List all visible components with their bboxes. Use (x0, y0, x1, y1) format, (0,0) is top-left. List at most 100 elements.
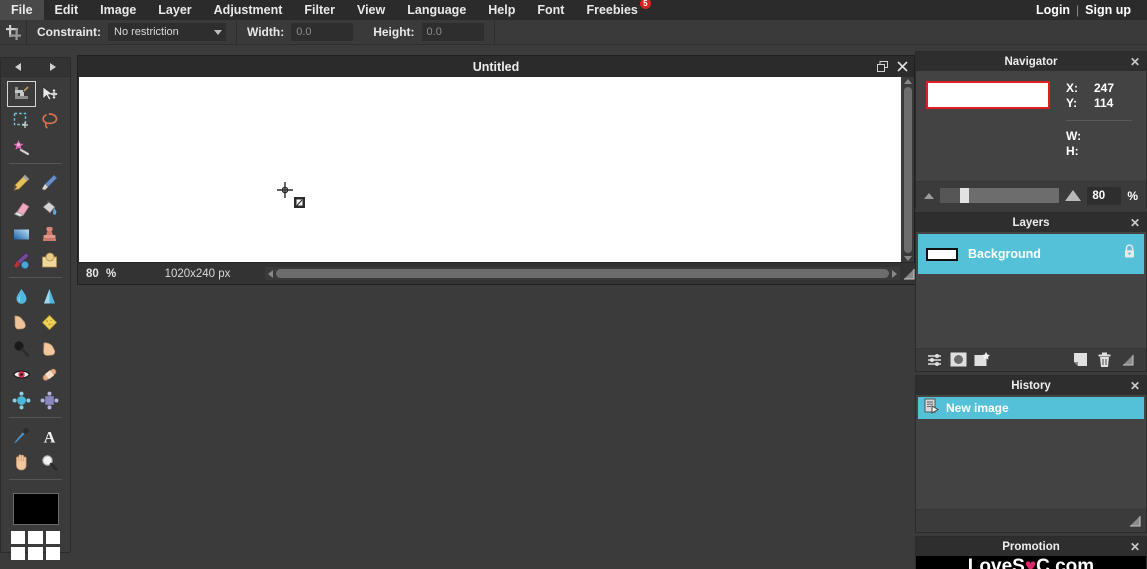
history-list-item[interactable]: New image (918, 397, 1144, 419)
menu-item-edit[interactable]: Edit (44, 0, 90, 20)
tool-crop[interactable] (7, 81, 36, 107)
menu-item-help[interactable]: Help (477, 0, 526, 20)
tool-lasso[interactable] (36, 107, 65, 133)
text-a-icon: A (44, 429, 56, 446)
crop-width-input[interactable] (291, 23, 354, 41)
menu-item-font[interactable]: Font (526, 0, 575, 20)
tool-hand[interactable] (7, 449, 36, 475)
layer-styles-button[interactable] (970, 349, 994, 371)
scroll-thumb-horizontal[interactable] (276, 269, 889, 278)
close-icon[interactable] (897, 61, 908, 72)
palette-swatch[interactable] (11, 531, 26, 544)
tool-clone-stamp[interactable] (36, 221, 65, 247)
tool-pinch[interactable] (36, 387, 65, 413)
navigator-viewport-thumbnail[interactable] (926, 81, 1050, 109)
zoom-value-input[interactable] (1087, 186, 1122, 205)
tool-blur[interactable] (7, 283, 36, 309)
layers-resize-grip[interactable] (1116, 349, 1140, 371)
small-mountain-icon[interactable] (924, 192, 934, 199)
layer-list-item[interactable]: Background (918, 234, 1144, 274)
zoom-slider-knob[interactable] (960, 188, 969, 203)
tool-options-bar: Constraint: No restriction Width: Height… (0, 19, 1147, 45)
palette-swatch[interactable] (28, 531, 43, 544)
scroll-right-icon[interactable] (892, 269, 897, 278)
close-icon[interactable]: ✕ (1130, 376, 1140, 395)
image-canvas[interactable] (79, 77, 914, 263)
tool-sponge[interactable] (36, 309, 65, 335)
palette-swatch[interactable] (28, 547, 43, 560)
close-icon[interactable]: ✕ (1130, 537, 1140, 556)
canvas-horizontal-scrollbar[interactable] (265, 267, 900, 280)
crop-icon[interactable] (0, 20, 26, 45)
tool-gradient[interactable] (7, 221, 36, 247)
palette-swatch[interactable] (45, 531, 60, 544)
tool-move[interactable] (36, 81, 65, 107)
scroll-thumb-vertical[interactable] (903, 87, 912, 253)
menu-item-view[interactable]: View (346, 0, 396, 20)
tool-pencil[interactable] (7, 169, 36, 195)
constraint-dropdown[interactable]: No restriction (108, 23, 226, 41)
tool-dodge[interactable] (36, 335, 65, 361)
tool-type[interactable]: A (36, 423, 65, 449)
tool-burn[interactable] (7, 335, 36, 361)
document-resize-grip[interactable] (902, 267, 916, 281)
navigator-y-row: Y: 114 (1066, 96, 1114, 110)
history-header[interactable]: History ✕ (916, 376, 1146, 395)
scroll-down-icon[interactable] (903, 256, 912, 261)
menu-item-freebies[interactable]: Freebies 5 (575, 0, 651, 20)
triangle-right-icon[interactable] (36, 63, 70, 71)
tool-spot-heal[interactable] (36, 361, 65, 387)
promotion-banner[interactable]: LoveS♥C.com (916, 556, 1146, 569)
history-resize-grip[interactable] (1128, 514, 1142, 528)
menu-item-adjustment[interactable]: Adjustment (203, 0, 294, 20)
tool-eraser[interactable] (7, 195, 36, 221)
tool-paint-bucket[interactable] (36, 195, 65, 221)
menu-item-filter[interactable]: Filter (293, 0, 346, 20)
tool-color-replace[interactable] (7, 247, 36, 273)
document-title: Untitled (472, 59, 520, 74)
zoom-slider[interactable] (940, 188, 1060, 203)
navigator-header[interactable]: Navigator ✕ (916, 52, 1146, 71)
palette-swatch[interactable] (11, 547, 26, 560)
tool-magic-wand[interactable] (7, 133, 36, 159)
palette-swatch[interactable] (45, 547, 60, 560)
login-link[interactable]: Login (1030, 0, 1076, 20)
width-label: Width: (247, 25, 285, 39)
delete-layer-button[interactable] (1092, 349, 1116, 371)
layers-header[interactable]: Layers ✕ (916, 213, 1146, 232)
menu-item-language[interactable]: Language (396, 0, 477, 20)
scroll-up-icon[interactable] (903, 79, 912, 84)
tool-drawing[interactable] (36, 247, 65, 273)
menu-item-label: Layer (158, 3, 192, 17)
document-title-bar[interactable]: Untitled (78, 56, 914, 77)
menu-item-file[interactable]: File (0, 0, 44, 20)
close-icon[interactable]: ✕ (1130, 213, 1140, 232)
foreground-color-swatch[interactable] (12, 493, 59, 525)
menu-item-layer[interactable]: Layer (147, 0, 202, 20)
status-zoom-value[interactable]: 80 (78, 268, 106, 280)
triangle-left-icon[interactable] (1, 63, 35, 71)
signup-link[interactable]: Sign up (1079, 0, 1137, 20)
tool-red-eye[interactable] (7, 361, 36, 387)
tool-brush[interactable] (36, 169, 65, 195)
menu-item-image[interactable]: Image (89, 0, 147, 20)
tool-color-picker[interactable] (7, 423, 36, 449)
tool-bloat[interactable] (7, 387, 36, 413)
crop-height-input[interactable] (421, 23, 484, 41)
palette-swatches (9, 531, 62, 560)
navigator-y-label: Y: (1066, 96, 1078, 110)
tool-smudge[interactable] (7, 309, 36, 335)
promotion-header[interactable]: Promotion ✕ (916, 537, 1146, 556)
restore-window-icon[interactable] (877, 61, 888, 72)
add-mask-button[interactable] (946, 349, 970, 371)
lock-icon[interactable] (1123, 244, 1136, 264)
scroll-left-icon[interactable] (268, 269, 273, 278)
duplicate-layer-button[interactable] (1068, 349, 1092, 371)
tool-zoom[interactable] (36, 449, 65, 475)
close-icon[interactable]: ✕ (1130, 52, 1140, 71)
tool-sharpen[interactable] (36, 283, 65, 309)
tool-marquee-select[interactable] (7, 107, 36, 133)
large-mountain-icon[interactable] (1065, 190, 1082, 201)
layer-settings-button[interactable] (922, 349, 946, 371)
canvas-vertical-scrollbar[interactable] (901, 77, 914, 263)
